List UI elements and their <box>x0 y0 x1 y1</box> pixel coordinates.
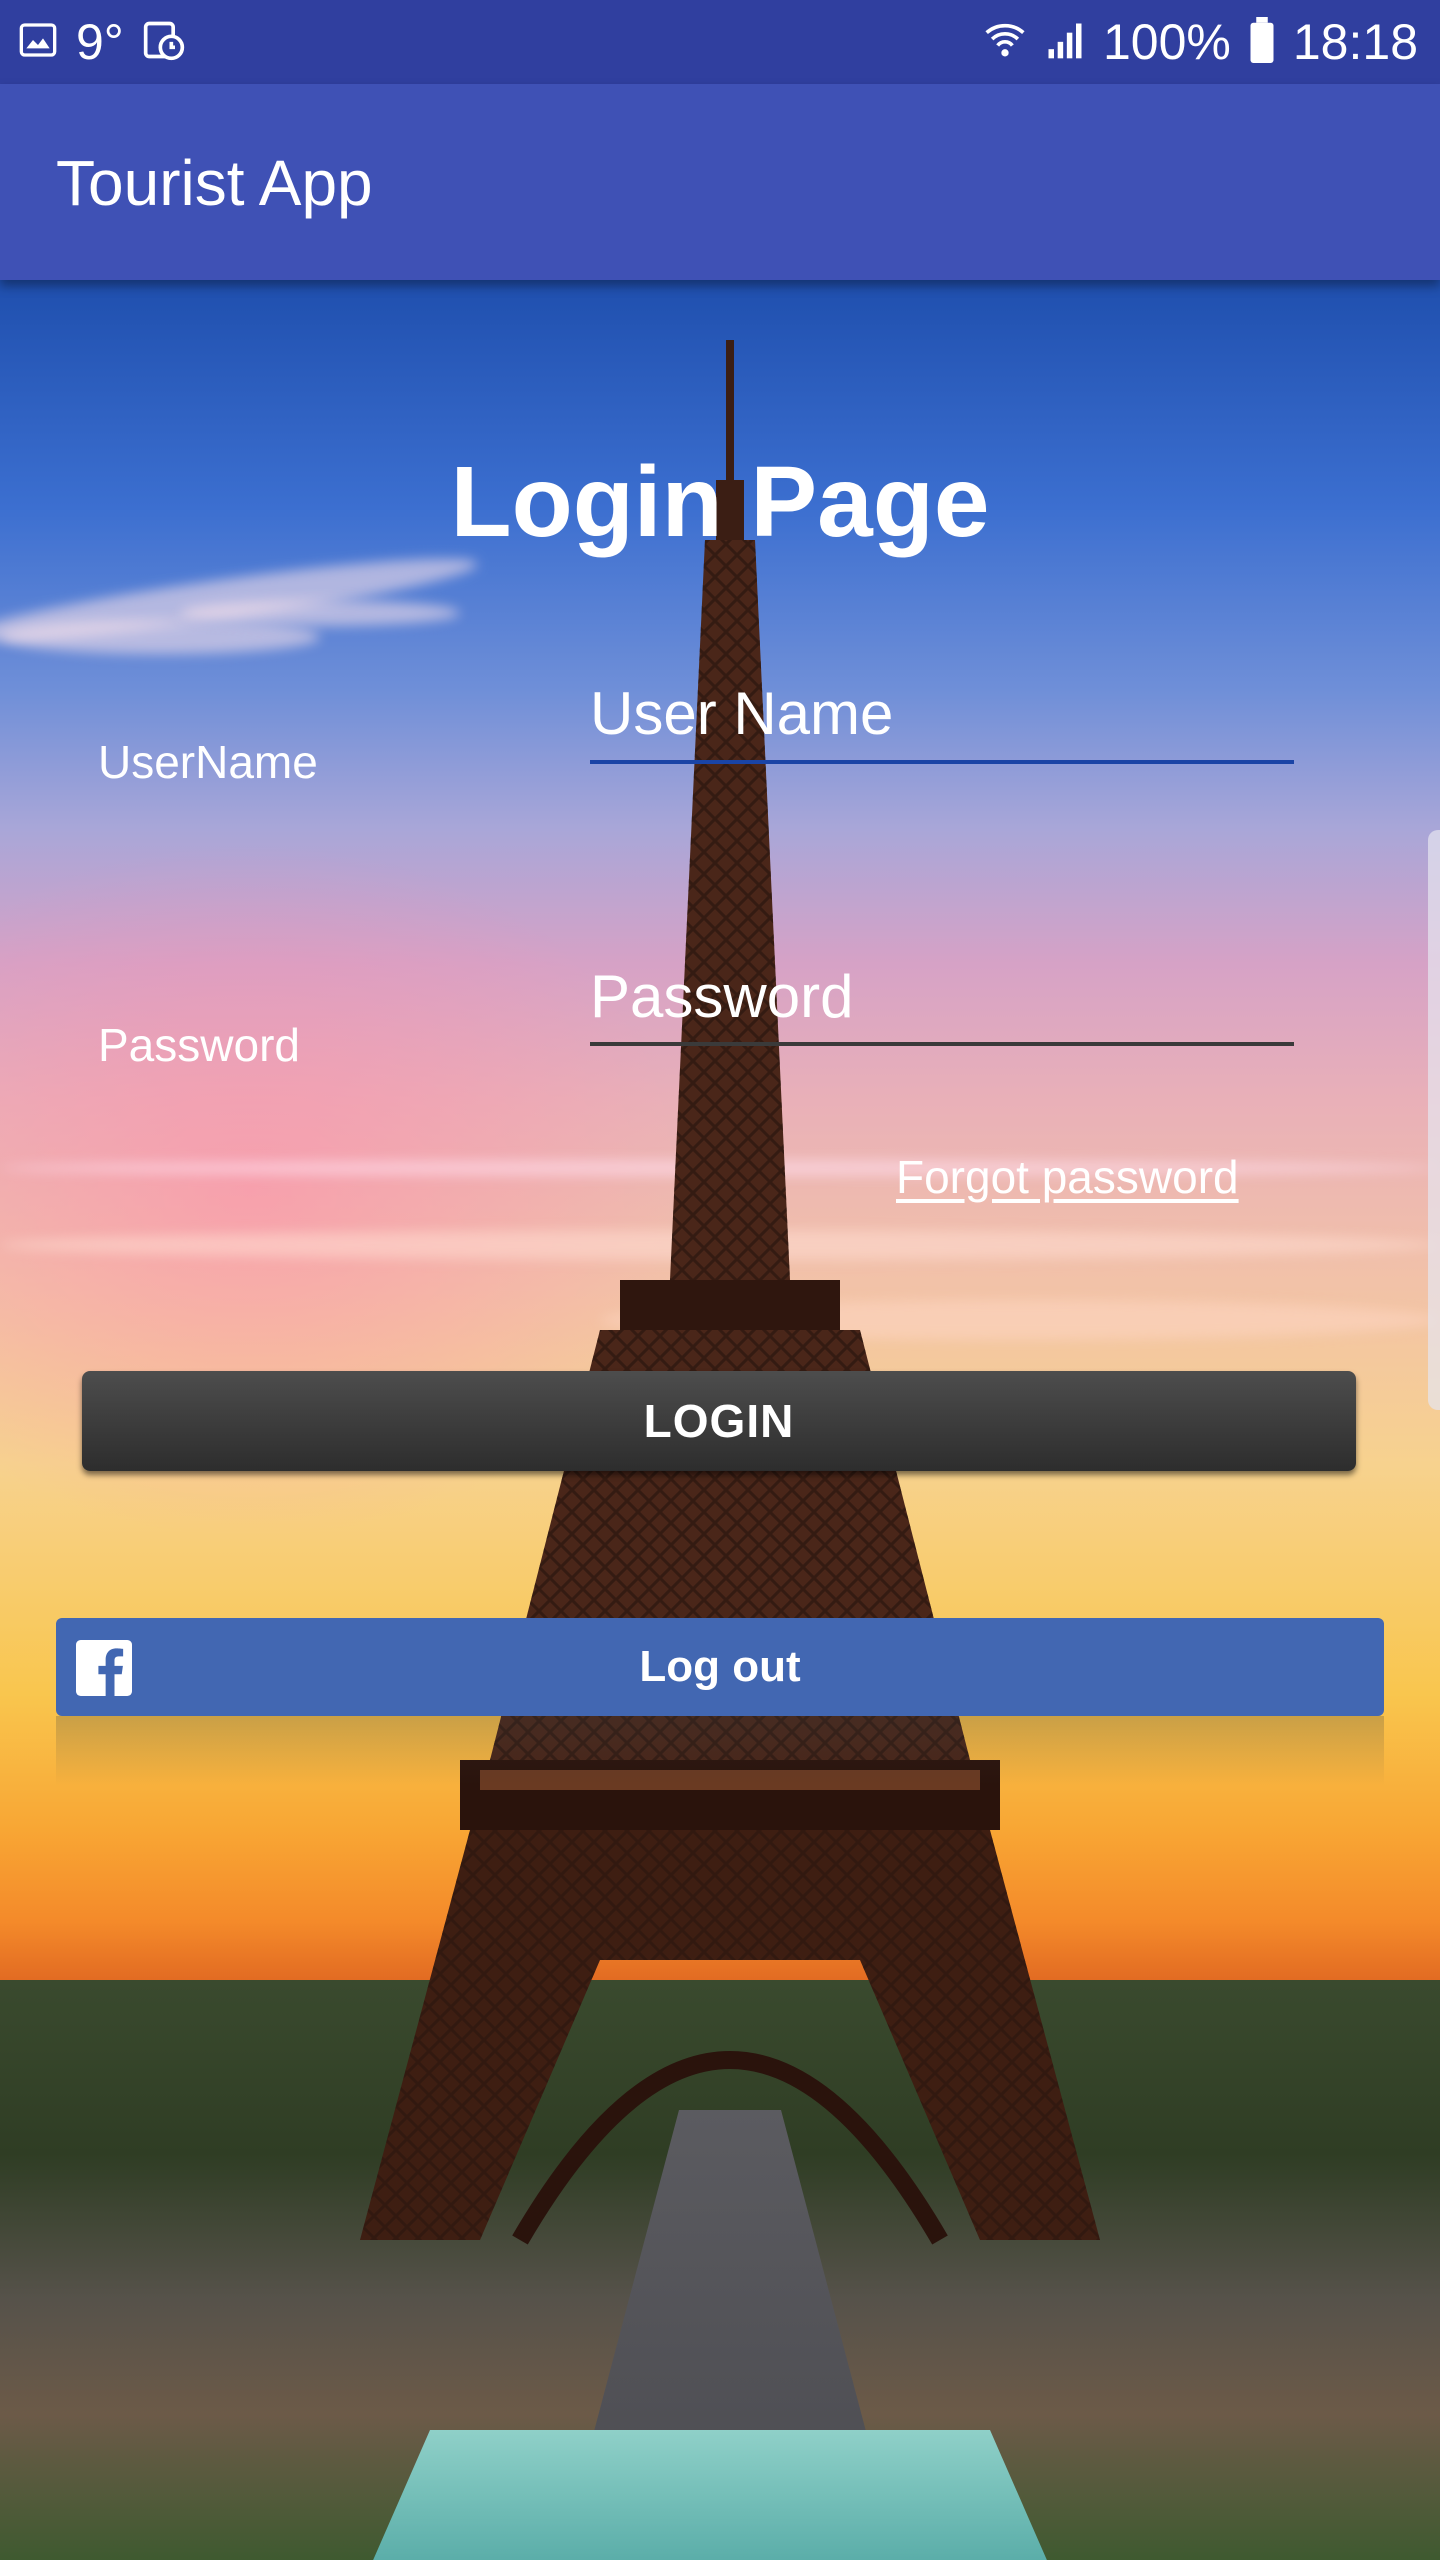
app-title: Tourist App <box>56 147 373 219</box>
password-input[interactable] <box>590 956 1294 1036</box>
edge-panel-handle[interactable] <box>1428 830 1440 1410</box>
username-input[interactable] <box>590 673 1294 753</box>
calendar-clock-icon <box>142 18 186 67</box>
login-button-label: LOGIN <box>643 1395 795 1447</box>
forgot-password-link[interactable]: Forgot password <box>896 1150 1239 1204</box>
app-bar: Tourist App <box>0 84 1440 280</box>
clock-time: 18:18 <box>1292 14 1418 70</box>
wifi-icon <box>983 18 1027 67</box>
password-underline <box>590 1042 1294 1046</box>
temperature-text: 9° <box>76 14 124 70</box>
battery-percent: 100% <box>1102 14 1231 70</box>
battery-icon <box>1247 16 1277 68</box>
username-label: UserName <box>98 736 318 788</box>
login-button[interactable]: LOGIN <box>82 1371 1356 1471</box>
status-bar-right: 100% 18:18 <box>983 0 1418 84</box>
facebook-icon <box>76 1640 132 1696</box>
facebook-button-shadow <box>56 1716 1384 1786</box>
username-underline <box>590 760 1294 764</box>
facebook-logout-button[interactable]: Log out <box>56 1618 1384 1716</box>
signal-icon <box>1043 18 1087 67</box>
password-label: Password <box>98 1019 300 1071</box>
page-title: Login Page <box>450 446 990 558</box>
facebook-button-label: Log out <box>639 1642 801 1691</box>
status-bar: 9° 100% 18:18 <box>0 0 1440 84</box>
status-bar-left: 9° <box>18 0 186 84</box>
image-icon <box>18 20 58 65</box>
